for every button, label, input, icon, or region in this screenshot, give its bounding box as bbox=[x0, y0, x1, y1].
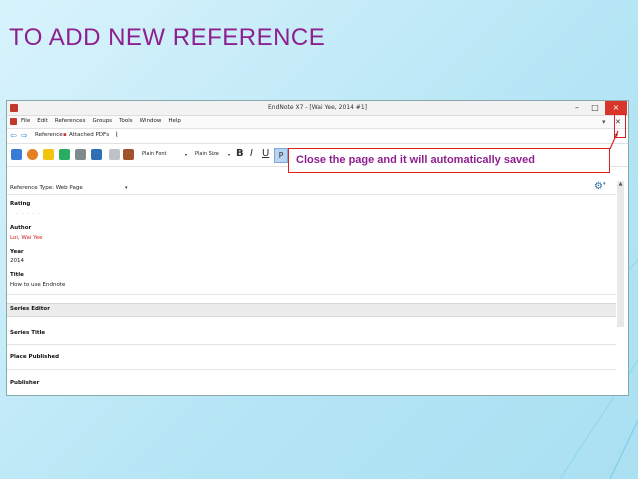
edit-icon[interactable] bbox=[123, 149, 134, 160]
field-row-highlight bbox=[7, 303, 616, 317]
reference-type-label: Reference Type: bbox=[10, 185, 54, 191]
field-label-publisher[interactable]: Publisher bbox=[10, 380, 39, 386]
folder-icon[interactable] bbox=[43, 149, 54, 160]
size-select[interactable]: Plain Size bbox=[195, 150, 229, 159]
close-highlight-box bbox=[614, 114, 626, 138]
field-value-title[interactable]: How to use Endnote bbox=[10, 282, 65, 288]
field-label-title: Title bbox=[10, 272, 24, 278]
size-dropdown-arrow-icon[interactable]: ▾ bbox=[228, 150, 230, 159]
field-divider bbox=[7, 294, 616, 295]
vertical-scrollbar[interactable]: ▲ bbox=[617, 181, 624, 327]
gear-icon[interactable]: ⚙▾ bbox=[594, 181, 605, 192]
document-icon bbox=[10, 118, 17, 125]
back-arrow-icon[interactable]: ⇦ bbox=[10, 131, 17, 140]
reference-type-value: Web Page bbox=[55, 185, 83, 191]
scroll-up-icon[interactable]: ▲ bbox=[617, 181, 624, 187]
menu-help[interactable]: Help bbox=[168, 118, 181, 124]
field-label-year: Year bbox=[10, 249, 24, 255]
menu-tools[interactable]: Tools bbox=[119, 118, 133, 124]
plain-button[interactable]: P bbox=[274, 148, 288, 163]
field-divider bbox=[7, 194, 616, 195]
italic-button[interactable]: I bbox=[250, 147, 253, 161]
insert-citation-icon[interactable] bbox=[91, 149, 102, 160]
field-value-year[interactable]: 2014 bbox=[10, 258, 24, 264]
field-divider bbox=[7, 344, 616, 345]
field-label-series-title[interactable]: Series Title bbox=[10, 330, 45, 336]
endnote-window: EndNote X7 - [Wai Yee, 2014 #1] – □ × Fi… bbox=[6, 100, 629, 396]
forward-arrow-icon[interactable]: ⇨ bbox=[21, 131, 28, 140]
paperclip-icon[interactable]: ⌇ bbox=[115, 131, 118, 139]
field-label-series-editor[interactable]: Series Editor bbox=[10, 306, 50, 312]
field-label-place-published[interactable]: Place Published bbox=[10, 354, 59, 360]
tab-reference[interactable]: Reference bbox=[35, 132, 63, 138]
pdf-icon: ▪ bbox=[63, 132, 67, 138]
menu-edit[interactable]: Edit bbox=[37, 118, 48, 124]
online-search-icon[interactable] bbox=[27, 149, 38, 160]
check-icon[interactable] bbox=[59, 149, 70, 160]
tab-attached-pdfs[interactable]: Attached PDFs bbox=[69, 132, 109, 138]
minimize-button[interactable]: – bbox=[569, 101, 585, 115]
field-label-author: Author bbox=[10, 225, 32, 231]
field-value-author[interactable]: Loi, Wai Yee bbox=[10, 235, 43, 241]
find-text-icon[interactable] bbox=[75, 149, 86, 160]
bold-button[interactable]: B bbox=[236, 147, 244, 161]
refresh-icon[interactable] bbox=[11, 149, 22, 160]
menu-groups[interactable]: Groups bbox=[92, 118, 112, 124]
reference-tabbar: ⇦ ⇨ Reference ▪ Attached PDFs ⌇ ▾ bbox=[7, 129, 628, 144]
font-dropdown-arrow-icon[interactable]: ▾ bbox=[185, 150, 187, 159]
menu-file[interactable]: File bbox=[21, 118, 30, 124]
window-titlebar: EndNote X7 - [Wai Yee, 2014 #1] – □ × bbox=[7, 101, 628, 116]
slide-title: TO ADD NEW REFERENCE bbox=[9, 24, 326, 51]
rating-stars[interactable]: · · · · · bbox=[16, 211, 41, 217]
underline-button[interactable]: U bbox=[262, 147, 269, 161]
window-close-button[interactable]: × bbox=[605, 101, 627, 115]
table-icon[interactable] bbox=[109, 149, 120, 160]
callout-box: Close the page and it will automatically… bbox=[288, 148, 610, 173]
field-label-rating: Rating bbox=[10, 201, 31, 207]
menu-window[interactable]: Window bbox=[140, 118, 162, 124]
pane-options-icon[interactable]: ▾ bbox=[602, 117, 606, 127]
maximize-button[interactable]: □ bbox=[587, 101, 603, 115]
window-title: EndNote X7 - [Wai Yee, 2014 #1] bbox=[268, 104, 367, 111]
menu-references[interactable]: References bbox=[55, 118, 86, 124]
reference-type-dropdown-icon[interactable]: ▾ bbox=[125, 185, 128, 191]
reference-type-select[interactable]: Reference Type: Web Page bbox=[10, 185, 83, 191]
field-divider bbox=[7, 369, 616, 370]
menubar: File Edit References Groups Tools Window… bbox=[7, 116, 628, 129]
